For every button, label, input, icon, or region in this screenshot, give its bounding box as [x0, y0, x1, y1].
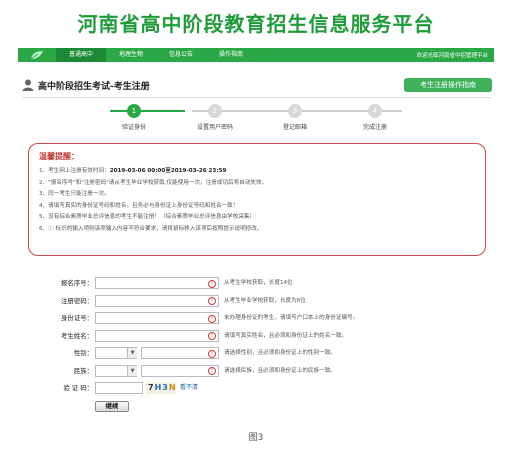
captcha-label: 验 证 码： — [63, 384, 93, 392]
reg-no-label: 报名序号： — [61, 279, 93, 287]
warning-icon: ! — [208, 297, 216, 305]
notice-line-2: 2、"报名序号"和"注册密码"请从考生毕业学校获取,仅能使用一次，注册成功后将自… — [39, 179, 268, 186]
step-2-label: 设置用户密码 — [196, 124, 233, 131]
registration-guide-button[interactable]: 考生注册操作指南 — [404, 78, 492, 92]
form-row-name: 考生姓名： ! 请填写真实姓名，且必须和身份证上的姓名一致。 — [40, 329, 460, 343]
divider — [22, 97, 492, 98]
form-row-reg-pwd: 注册密码： ! 从考生毕业学校获取，长度为6位 — [40, 294, 460, 308]
gender-hint: 请选择性别，且必须和身份证上的性别一致。 — [224, 350, 336, 356]
form-row-gender: 性别： ▼ ! 请选择性别，且必须和身份证上的性别一致。 — [40, 346, 460, 360]
captcha-char: H3 — [154, 383, 169, 392]
name-label: 考生姓名： — [61, 331, 93, 340]
figure-caption: 图3 — [248, 433, 264, 443]
step-1-dot: 1 — [127, 104, 141, 118]
id-no-hint: 未办理身份证的考生，请填写户口本上的身份证编号。 — [224, 315, 359, 321]
nation-hint: 请选择民族，且必须和身份证上的民族一致。 — [224, 367, 336, 374]
warning-icon: ! — [208, 367, 216, 375]
reg-pwd-input[interactable]: ! — [95, 294, 219, 307]
page-header: 高中阶段招生考试-考生注册 考生注册操作指南 — [22, 76, 492, 94]
reg-no-input[interactable]: ! — [95, 277, 219, 289]
notice-line-3: 3、同一考生只能注册一次。 — [39, 191, 110, 197]
captcha-input[interactable] — [95, 382, 143, 394]
notice-line-6: 6、ⓘ 标识的输入项则该项输入内容不符合要求，请将鼠标移入该项后按照提示说明修改… — [39, 225, 263, 232]
notice-line-4: 4、请填写真实的身份证号码和姓名，且务必与身份证上身份证号码和姓名一致！ — [39, 202, 239, 209]
form-row-reg-no: 报名序号： ! 从考生学校获取，长度14位 — [40, 276, 460, 290]
step-3-dot: 3 — [288, 104, 302, 118]
step-2-dot: 2 — [208, 104, 222, 118]
id-no-input[interactable]: ! — [95, 312, 219, 324]
warning-icon: ! — [208, 314, 216, 323]
notice-line-1-prefix: 1、考生网上注册有效时间： — [39, 168, 110, 174]
warning-icon: ! — [208, 279, 216, 288]
form-row-nation: 民族： ▼ ! 请选择民族，且必须和身份证上的民族一致。 — [40, 364, 460, 378]
notice-title: 温馨提醒： — [39, 152, 79, 161]
page-title: 高中阶段招生考试-考生注册 — [38, 82, 150, 92]
step-3-label: 登记邮箱 — [282, 124, 307, 131]
registration-time-range: 2019-03-06 00:00至2019-03-26 23:59 — [109, 168, 227, 174]
captcha-char: 7 — [148, 383, 155, 392]
name-input[interactable]: ! — [95, 329, 219, 342]
gender-field: ! — [141, 347, 219, 359]
captcha-refresh-link[interactable]: 看不清 — [180, 381, 198, 395]
id-no-label: 身份证号： — [61, 314, 93, 322]
step-connector — [302, 110, 402, 112]
nation-select[interactable]: ▼ — [95, 364, 137, 377]
form-row-captcha: 验 证 码： 7H3N 看不清 — [40, 381, 460, 395]
gender-label: 性别： — [73, 349, 93, 357]
nav-item-announcements[interactable]: 信息公告 — [156, 48, 206, 62]
reg-pwd-hint: 从考生毕业学校获取，长度为6位 — [224, 297, 306, 304]
nav-item-guide[interactable]: 操作指南 — [206, 48, 256, 62]
nav-item-general-high-school[interactable]: 普通高中 — [56, 48, 107, 62]
step-connector — [110, 110, 185, 112]
warning-icon: ! — [208, 332, 216, 340]
captcha-char: N — [168, 383, 177, 392]
chevron-down-icon: ▼ — [127, 365, 137, 376]
user-icon — [22, 79, 34, 91]
welcome-text: 欢迎光临河南省中招管理平台 — [416, 53, 488, 59]
nation-field: ! — [141, 364, 219, 377]
name-hint: 请填写真实姓名，且必须和身份证上的姓名一致。 — [224, 332, 348, 339]
progress-steps: 1 2 3 4 验证身份 设置用户密码 登记邮箱 完成注册 — [90, 103, 430, 133]
gender-select[interactable]: ▼ — [95, 347, 137, 359]
step-4-label: 完成注册 — [362, 124, 387, 131]
leaf-logo-icon — [18, 48, 56, 62]
continue-button[interactable]: 继续 — [95, 400, 129, 412]
top-nav: 普通高中 地理生物 信息公告 操作指南 欢迎光临河南省中招管理平台 — [18, 48, 494, 62]
notice-line-1: 1、考生网上注册有效时间：2019-03-06 00:00至2019-03-26… — [39, 166, 475, 178]
registration-form: 报名序号： ! 从考生学校获取，长度14位 注册密码： ! 从考生毕业学校获取，… — [40, 276, 460, 416]
nav-item-geo-bio[interactable]: 地理生物 — [106, 48, 156, 62]
captcha-image[interactable]: 7H3N — [146, 382, 176, 394]
warning-icon: ! — [208, 349, 216, 358]
form-row-submit: 继续 — [40, 399, 460, 413]
step-1-label: 验证身份 — [121, 124, 146, 131]
banner: 河南省高中阶段教育招生信息服务平台 — [0, 0, 512, 44]
nation-label: 民族： — [73, 366, 93, 375]
reg-pwd-label: 注册密码： — [61, 296, 93, 305]
step-4-dot: 4 — [368, 104, 382, 118]
banner-title: 河南省高中阶段教育招生信息服务平台 — [77, 12, 435, 36]
notice-box: 温馨提醒： 1、考生网上注册有效时间：2019-03-06 00:00至2019… — [28, 143, 486, 256]
reg-no-hint: 从考生学校获取，长度14位 — [224, 280, 293, 286]
form-row-id-no: 身份证号： ! 未办理身份证的考生，请填写户口本上的身份证编号。 — [40, 311, 460, 325]
notice-line-5: 5、没有综合素质毕业总评信息的考生不能注册！（综合素质毕业总评信息由学校采集） — [39, 214, 256, 220]
chevron-down-icon: ▼ — [127, 348, 137, 358]
